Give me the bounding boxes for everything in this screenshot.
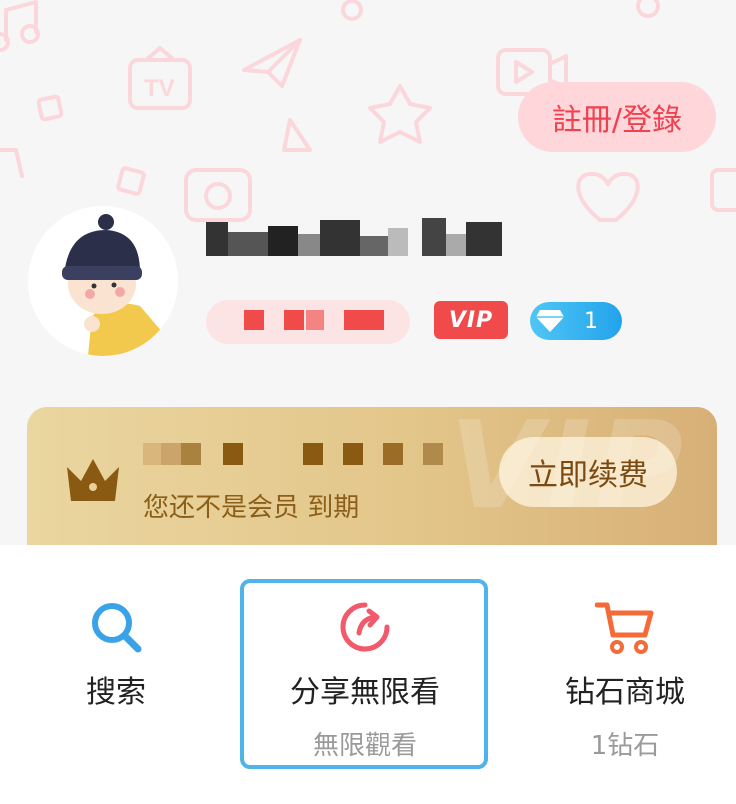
shop-label: 钻石商城: [565, 675, 685, 710]
share-sublabel: 無限觀看: [312, 731, 417, 761]
user-id-pill: [206, 300, 410, 344]
diamond-count: 1: [584, 308, 598, 334]
vip-info-obscured: [143, 443, 443, 465]
search-icon: [86, 597, 146, 657]
shop-sublabel: 1钻石: [590, 731, 660, 761]
action-row: 搜索 分享無限看 無限觀看 钻石商城 1钻石: [0, 545, 736, 804]
search-action[interactable]: 搜索: [36, 545, 196, 804]
share-label: 分享無限看: [290, 675, 440, 710]
vip-membership-card: VIP 您还不是会员 到期 立即续费: [27, 407, 717, 552]
search-label: 搜索: [86, 675, 146, 710]
share-icon: [335, 597, 395, 657]
vip-status-text: 您还不是会员 到期: [143, 493, 360, 523]
renew-button[interactable]: 立即续费: [499, 437, 677, 507]
svg-text:TV: TV: [144, 75, 175, 102]
diamond-badge[interactable]: 1: [530, 302, 622, 340]
cart-icon: [595, 597, 655, 657]
diamond-shop-action[interactable]: 钻石商城 1钻石: [540, 545, 710, 804]
register-login-button[interactable]: 註冊/登錄: [518, 82, 716, 152]
avatar[interactable]: [28, 206, 178, 356]
avatar-illustration: [28, 206, 178, 356]
vip-badge: VIP: [434, 301, 508, 339]
username-obscured: [206, 218, 502, 256]
crown-icon: [67, 459, 119, 501]
share-action[interactable]: 分享無限看 無限觀看: [240, 545, 490, 804]
diamond-icon: [530, 302, 570, 340]
